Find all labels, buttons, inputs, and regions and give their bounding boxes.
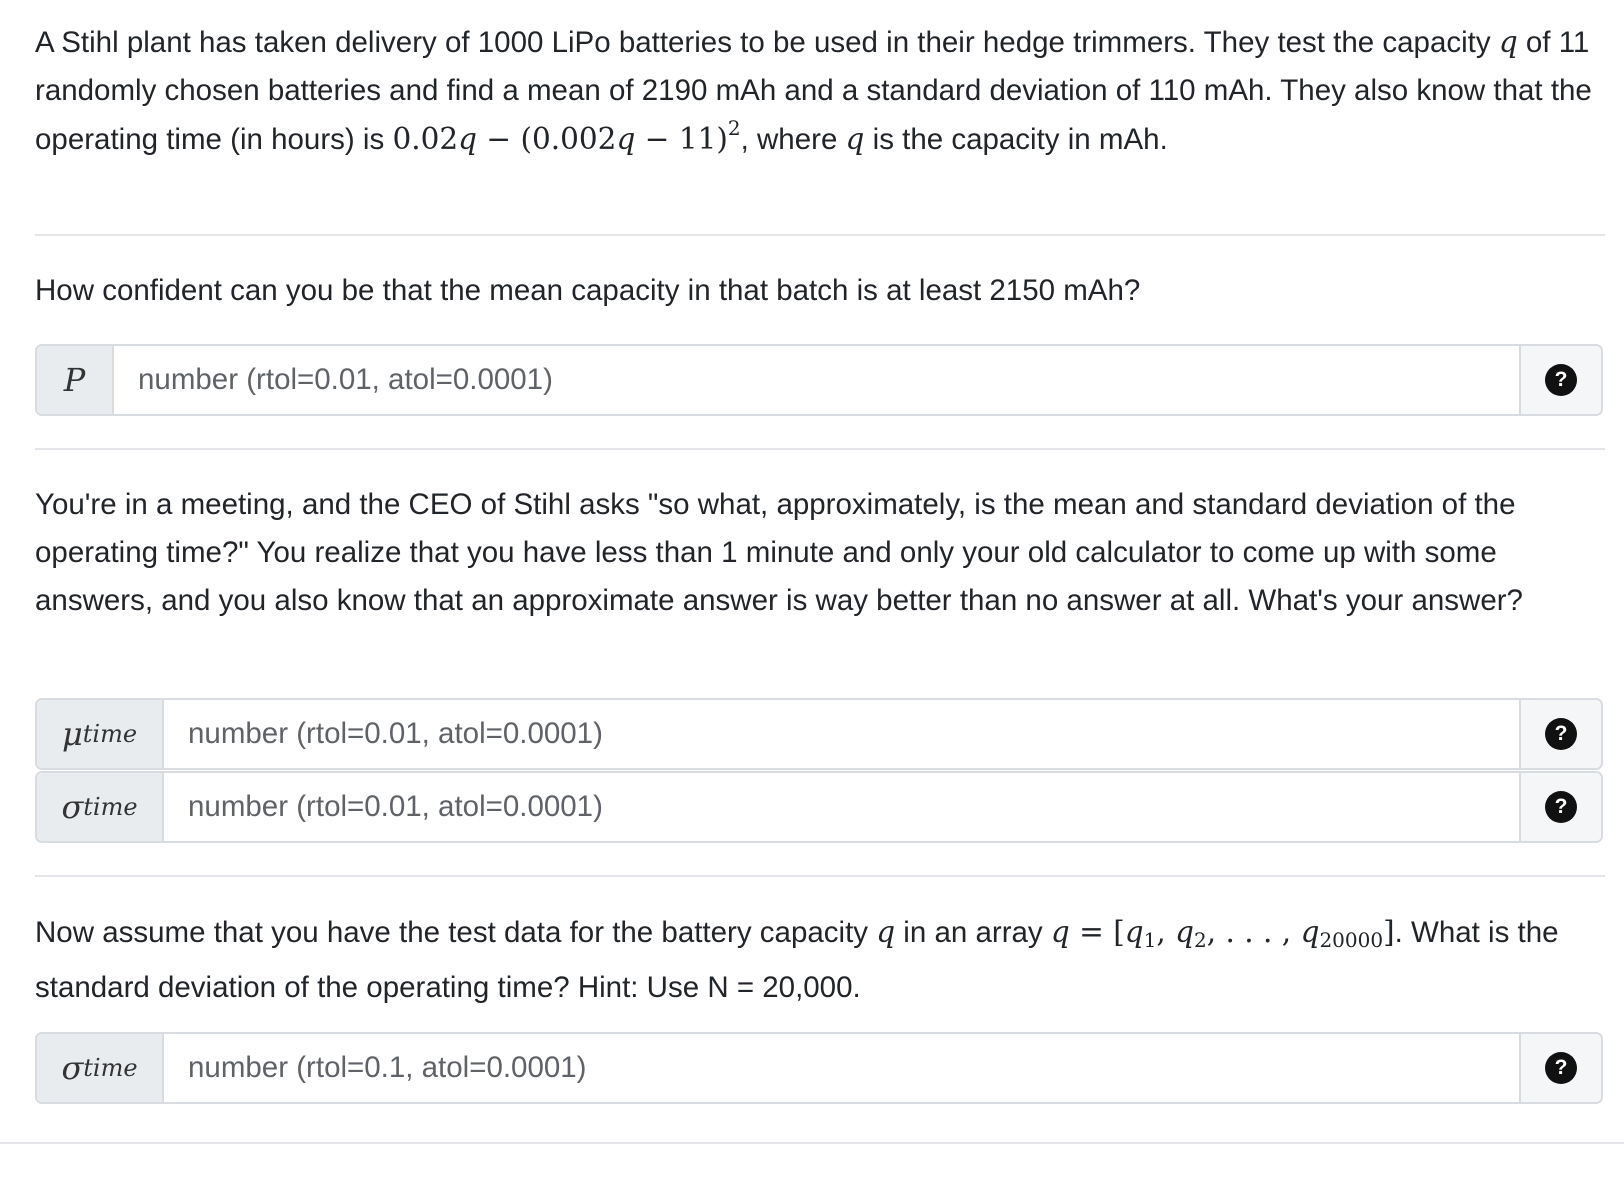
divider [0, 1142, 1624, 1144]
subscript: 20000 [1319, 928, 1384, 952]
var-q: q [1175, 915, 1195, 949]
var-q: q [845, 122, 865, 156]
var-q: q [876, 915, 896, 949]
problem-intro: A Stihl plant has taken delivery of 1000… [35, 18, 1605, 164]
sigma-symbol: σ [61, 1049, 84, 1087]
sigma-symbol: σ [61, 788, 84, 826]
question-1-text: How confident can you be that the mean c… [35, 274, 1141, 307]
var-q: q [1050, 915, 1070, 949]
mu-symbol: μ [61, 715, 83, 753]
help-icon[interactable]: ? [1545, 718, 1577, 750]
answer-input-sigma-time-2[interactable] [164, 1034, 1519, 1102]
intro-text: , where [740, 123, 846, 156]
divider [35, 875, 1605, 877]
question-3-text-part: Now assume that you have the test data f… [35, 916, 877, 949]
help-addon: ? [1519, 1034, 1601, 1102]
answer-label-mu-time: μ time [37, 700, 164, 768]
answer-label-p: P [37, 346, 114, 414]
answer-input-mu-time[interactable] [164, 700, 1519, 768]
answer-group-mu-time: μtime ? [35, 698, 1603, 770]
formula-part: = [ [1069, 915, 1125, 949]
formula-part: − (0.002 [477, 122, 617, 156]
help-addon: ? [1519, 773, 1601, 841]
help-icon[interactable]: ? [1545, 1052, 1577, 1084]
subscript: 2 [1194, 928, 1207, 952]
subscript: 1 [1143, 928, 1157, 952]
label-subscript: time [82, 720, 138, 748]
answer-input-sigma-time[interactable] [164, 773, 1519, 841]
help-addon: ? [1519, 700, 1601, 768]
label-subscript: time [83, 1054, 138, 1082]
question-2-text: You're in a meeting, and the CEO of Stih… [35, 488, 1523, 617]
help-addon: ? [1519, 346, 1601, 414]
intro-text: A Stihl plant has taken delivery of 1000… [35, 26, 1499, 59]
question-3-text-part: in an array [895, 916, 1051, 949]
divider [35, 448, 1605, 450]
var-q: q [1124, 915, 1144, 949]
var-q: q [1300, 915, 1320, 949]
var-q: q [616, 122, 636, 156]
formula-part: ] [1383, 915, 1395, 949]
help-icon[interactable]: ? [1545, 364, 1577, 396]
answer-label-sigma-time: σ time [37, 773, 164, 841]
answer-label-sigma-time: σ time [37, 1034, 164, 1102]
intro-text: is the capacity in mAh. [864, 123, 1168, 156]
formula-part: , [1156, 915, 1176, 949]
divider [35, 234, 1605, 236]
question-3-text: Now assume that you have the test data f… [35, 908, 1605, 1012]
question-page: A Stihl plant has taken delivery of 1000… [0, 0, 1624, 1189]
label-subscript: time [83, 793, 138, 821]
answer-group-sigma-time-2: σtime ? [35, 1032, 1603, 1104]
help-icon[interactable]: ? [1545, 791, 1577, 823]
var-q: q [458, 122, 478, 156]
var-q: q [1498, 25, 1518, 59]
formula-exponent: 2 [727, 116, 741, 140]
answer-input-p[interactable] [114, 346, 1519, 414]
formula-part: , . . . , [1206, 915, 1301, 949]
formula-part: − 11) [635, 122, 728, 156]
answer-group-sigma-time: σtime ? [35, 771, 1603, 843]
answer-group-p: P ? [35, 344, 1603, 416]
formula-part: 0.02 [392, 122, 459, 156]
